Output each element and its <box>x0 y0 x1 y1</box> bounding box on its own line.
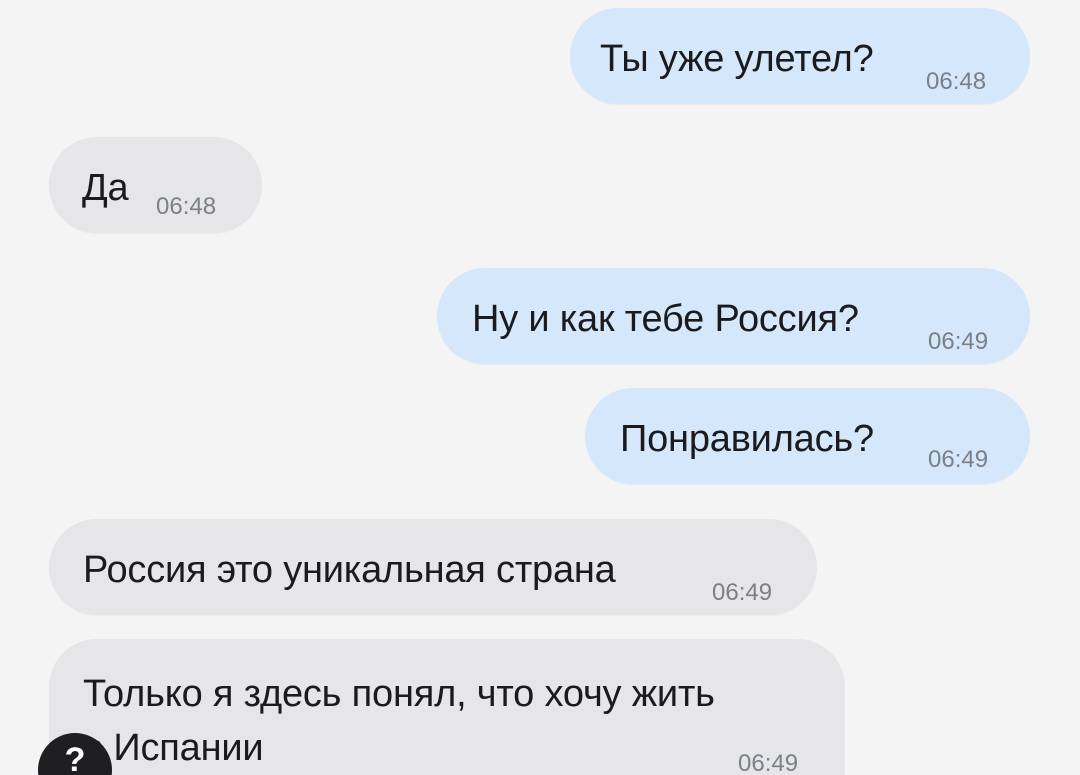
message-time: 06:49 <box>928 446 989 473</box>
message-time: 06:49 <box>738 750 799 775</box>
message-time: 06:48 <box>156 193 217 220</box>
message-time: 06:49 <box>712 579 773 606</box>
message-time: 06:49 <box>928 328 989 355</box>
message-bubble-incoming[interactable]: Только я здесь понял, что хочу жить в Ис… <box>49 639 845 775</box>
message-text: Да <box>82 167 129 209</box>
message-text: Россия это уникальная страна <box>83 549 616 591</box>
chat-thread: Ты уже улетел? 06:48 Да 06:48 Ну и как т… <box>0 0 1080 775</box>
message-text: Ты уже улетел? <box>600 38 874 80</box>
message-time: 06:48 <box>926 68 987 95</box>
message-bubble-incoming[interactable]: Россия это уникальная страна 06:49 <box>49 519 817 615</box>
message-bubble-outgoing[interactable]: Ты уже улетел? 06:48 <box>570 8 1030 104</box>
message-text: Понравилась? <box>620 418 874 460</box>
message-bubble-outgoing[interactable]: Понравилась? 06:49 <box>585 388 1030 484</box>
message-bubble-outgoing[interactable]: Ну и как тебе Россия? 06:49 <box>437 268 1030 364</box>
avatar-glyph: ? <box>64 741 86 775</box>
message-text-line: Только я здесь понял, что хочу жить <box>83 673 715 715</box>
message-bubble-incoming[interactable]: Да 06:48 <box>49 137 262 233</box>
message-text: Ну и как тебе Россия? <box>472 298 859 340</box>
